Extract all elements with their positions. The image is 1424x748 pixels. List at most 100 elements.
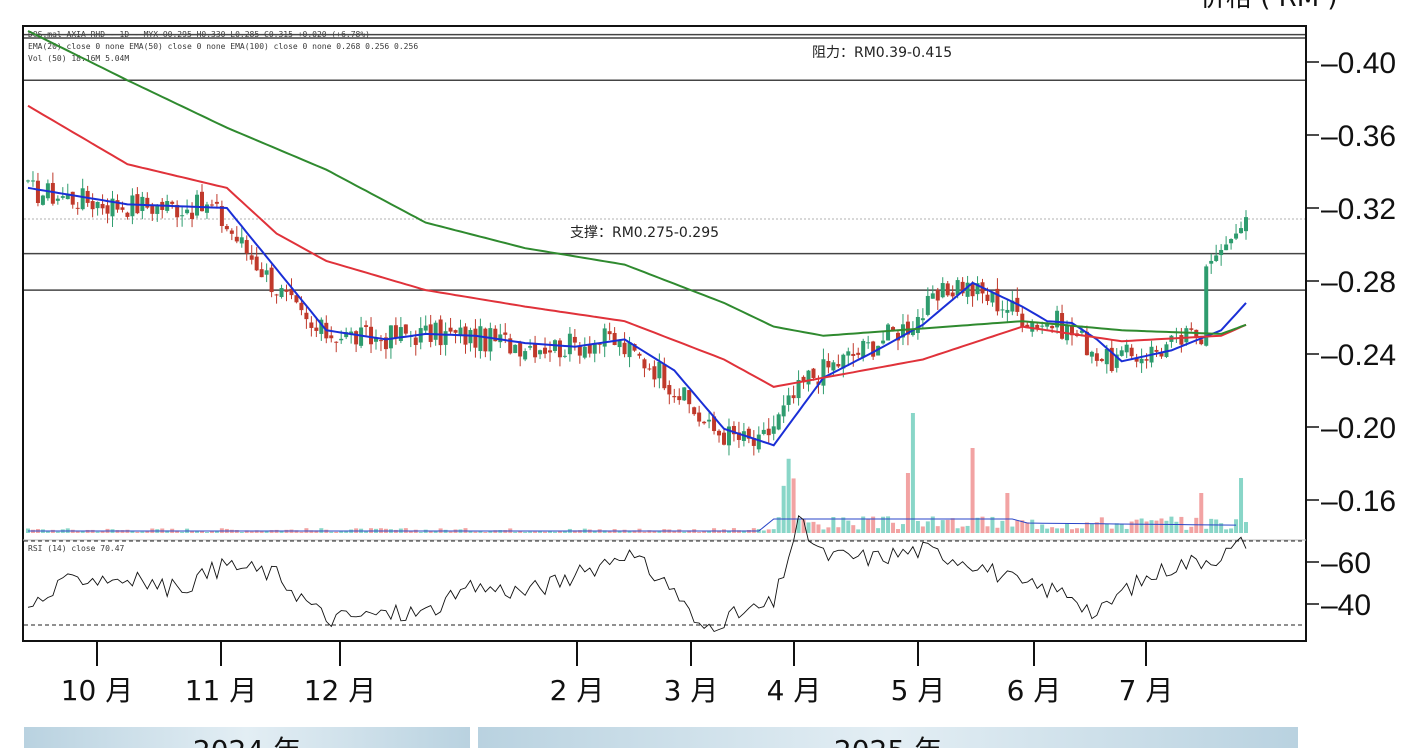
volume-bar [851, 525, 856, 533]
y-tick-label: –0.20 [1321, 412, 1396, 445]
x-tick-label: 7 月 [1119, 674, 1174, 707]
volume-bar [642, 531, 647, 533]
volume-bar [1159, 518, 1164, 533]
candle-body [443, 331, 448, 345]
candle-body [572, 336, 577, 343]
x-tick-label: 3 月 [664, 674, 719, 707]
volume-bar [672, 531, 677, 533]
candle-body [821, 359, 826, 386]
volume-bar [1055, 528, 1060, 533]
candle-body [70, 191, 75, 205]
candle-body [945, 283, 950, 296]
volume-bar [915, 520, 920, 533]
candle-body [881, 340, 886, 344]
candle-body [483, 328, 488, 352]
candle-body [204, 204, 209, 213]
candle-body [354, 331, 359, 345]
rsi-panel [24, 514, 1305, 633]
candle-body [518, 342, 523, 357]
candle-body [413, 337, 418, 345]
candle-body [970, 283, 975, 297]
candle-body [40, 195, 45, 205]
volume-bars [26, 413, 1248, 533]
candle-body [1040, 325, 1045, 327]
candle-body [846, 351, 851, 356]
candle-body [766, 428, 771, 436]
candle-body [1239, 228, 1244, 234]
volume-bar [1199, 493, 1204, 533]
candle-body [682, 387, 687, 401]
candle-body [224, 226, 229, 230]
candle-body [756, 434, 761, 450]
candle-body [200, 191, 204, 212]
candle-body [314, 327, 319, 331]
x-tick-label: 11 月 [185, 674, 258, 707]
volume-bar [806, 522, 811, 533]
candle-body [513, 344, 518, 354]
volume-bar [1189, 526, 1194, 533]
candle-body [219, 206, 224, 226]
candle-body [612, 332, 617, 346]
volume-bar [905, 473, 910, 533]
volume-bar [761, 530, 766, 533]
volume-bar [1025, 522, 1030, 533]
candle-body [264, 270, 269, 275]
candle-body [473, 328, 478, 348]
candle-body [423, 325, 428, 331]
candle-body [1139, 358, 1144, 364]
volume-bar [920, 526, 925, 533]
candle-body [1189, 328, 1194, 330]
volume-bar [513, 531, 518, 533]
candle-body [543, 347, 548, 354]
candle-body [687, 390, 692, 405]
candle-body [334, 341, 339, 343]
candle-body [1094, 353, 1099, 361]
candle-body [562, 355, 567, 357]
plot-frame [22, 25, 1307, 642]
volume-bar [1204, 528, 1209, 533]
candle-body [995, 288, 1000, 312]
candle-body [930, 293, 935, 299]
candle-body [915, 316, 920, 334]
candle-body [1129, 347, 1134, 357]
volume-bar [1144, 521, 1149, 533]
candle-body [707, 419, 712, 422]
candle-body [781, 405, 786, 417]
candle-body [1219, 249, 1224, 256]
volume-bar [180, 531, 185, 533]
candle-body [920, 318, 925, 321]
candle-body [239, 237, 244, 244]
candle-body [722, 432, 726, 445]
candle-body [100, 203, 105, 209]
candle-body [831, 362, 836, 371]
candle-body [299, 302, 304, 311]
candle-body [538, 350, 543, 355]
x-tick-label: 6 月 [1007, 674, 1062, 707]
volume-bar [1109, 528, 1114, 533]
candle-body [1005, 309, 1010, 313]
volume-bar [334, 531, 339, 533]
candle-body [985, 294, 990, 302]
candle-body [677, 396, 682, 401]
volume-bar [856, 529, 861, 533]
volume-bar [1099, 517, 1104, 533]
candle-body [1224, 244, 1229, 251]
candle-body [533, 344, 538, 358]
candle-body [567, 333, 572, 355]
volume-bar [1234, 519, 1239, 533]
volume-bar [1065, 523, 1070, 533]
volume-bar [791, 478, 796, 533]
candle-body [80, 188, 85, 210]
volume-bar [1000, 520, 1005, 533]
candlesticks [26, 171, 1248, 456]
volume-bar [985, 526, 990, 533]
candle-body [806, 370, 811, 385]
volume-bar [657, 531, 662, 533]
volume-bar [299, 531, 304, 533]
candle-body [617, 340, 622, 348]
volume-bar [135, 531, 140, 533]
volume-bar [1244, 522, 1248, 533]
candle-body [642, 359, 647, 369]
volume-bar [1005, 493, 1010, 533]
candle-body [453, 330, 458, 333]
